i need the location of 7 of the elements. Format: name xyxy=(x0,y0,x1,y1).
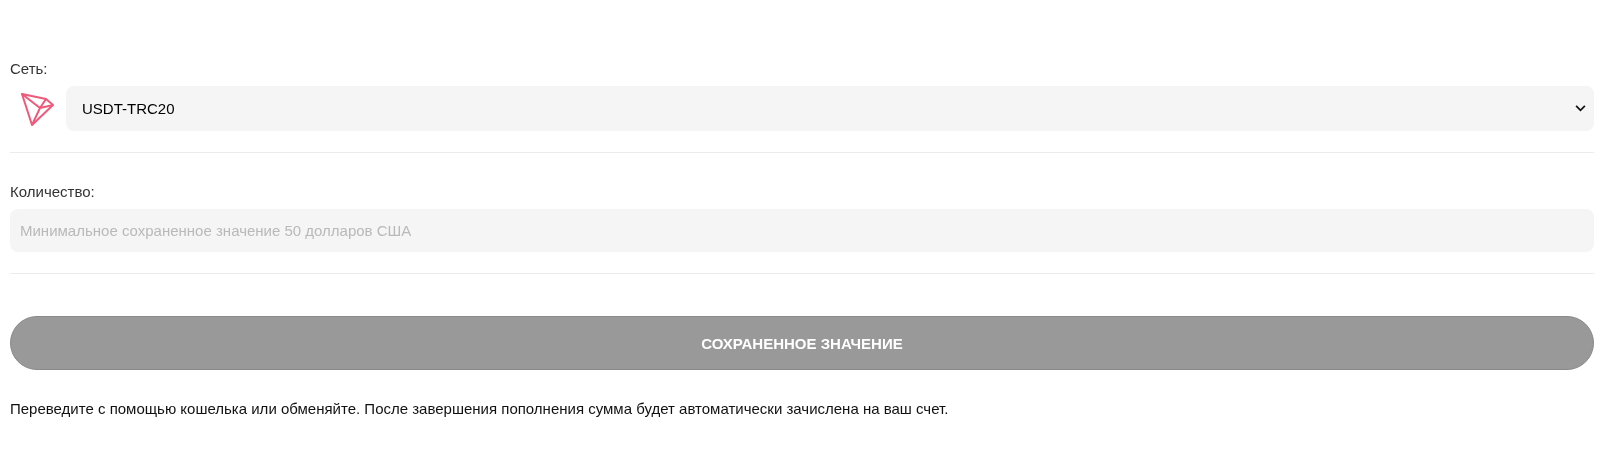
info-text: Переведите с помощью кошелька или обменяйте. После завершения пополнения сумма будет автоматически зачислена на ваш счет. xyxy=(10,400,950,417)
chevron-down-icon xyxy=(1575,105,1586,112)
field-label: Сеть: xyxy=(10,60,49,77)
triangle-logo-icon xyxy=(20,90,54,127)
field-label: Количество: xyxy=(10,183,96,200)
amount-input[interactable]: Минимальное сохраненное значение 50 долларов США xyxy=(10,209,1594,252)
network-select[interactable]: USDT-TRC20 xyxy=(66,86,1594,131)
